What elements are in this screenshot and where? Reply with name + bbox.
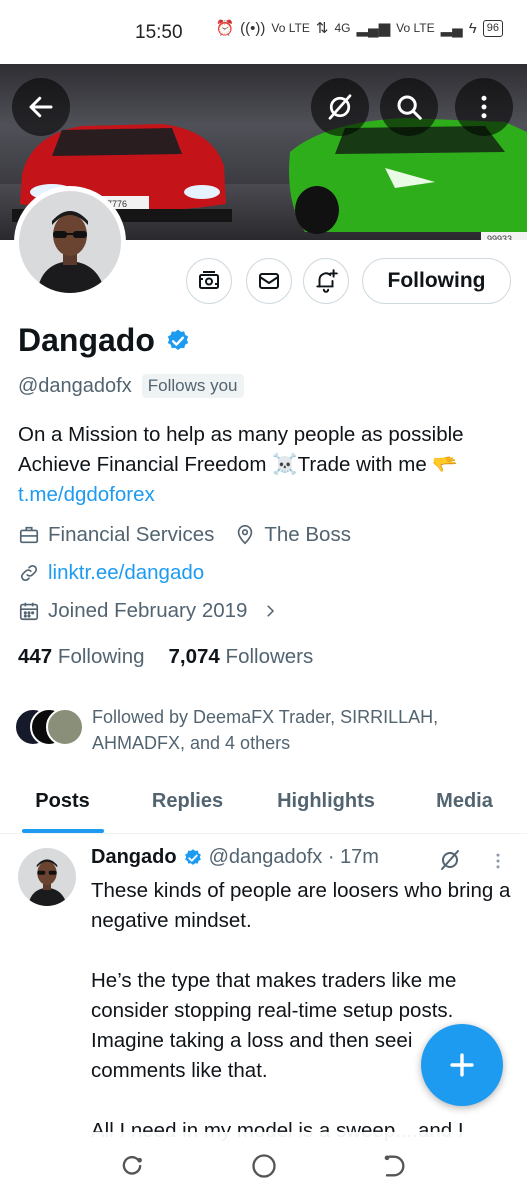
calendar-icon [19,602,39,621]
charging-icon: ϟ [468,19,477,37]
location-pin-icon [238,525,253,545]
followed-by-row[interactable]: Followed by DeemaFX Trader, SIRRILLAH, A… [14,704,492,756]
search-button[interactable] [380,78,438,136]
compose-post-button[interactable] [421,1024,503,1106]
tab-replies-label: Replies [151,790,224,812]
display-name-text: Dangado [18,322,155,358]
profile-location: The Boss [264,523,351,546]
battery-indicator: 96 [482,19,503,37]
followers-count-link[interactable]: 7,074 Followers [169,645,314,669]
profile-avatar[interactable] [14,186,126,298]
chevron-right-icon [267,605,275,617]
status-time: 15:50 [135,22,183,43]
profile-handle: @dangadofx [18,374,132,397]
hotspot-icon: ((•)) [240,19,266,37]
back-nav-icon[interactable] [380,1152,408,1180]
following-label: Following [57,645,145,668]
back-arrow-icon [29,96,53,118]
profile-website-row: linktr.ee/dangado [18,561,204,585]
bell-plus-icon [316,269,338,293]
right-plate-text: 99933 [487,234,512,240]
status-bar: 15:50 ⏰ ((•)) Vo LTE ⇅ 4G ▂▄▆ Vo LTE ▂▄ … [0,0,527,64]
tab-media[interactable]: Media [402,778,527,833]
more-options-button[interactable] [455,78,513,136]
post-author-name[interactable]: Dangado [91,846,177,869]
alarm-icon: ⏰ [215,20,235,37]
profile-display-name: Dangado [18,322,191,359]
signal-icon: ▂▄▆ [356,20,391,37]
active-tab-indicator [21,829,104,833]
followed-by-avatars [14,704,84,746]
grok-icon[interactable] [438,848,462,872]
follows-you-badge: Follows you [141,374,244,398]
search-icon [397,95,422,120]
profile-meta-row: Financial Services The Boss [18,523,351,547]
handle-row: @dangadofx Follows you [18,374,244,398]
briefcase-icon [19,526,39,544]
profile-bio: On a Mission to help as many people as p… [18,420,518,510]
post-more-icon[interactable] [488,850,508,872]
tab-highlights-label: Highlights [277,790,375,812]
post-author-avatar[interactable] [18,848,76,906]
mail-icon [259,273,279,289]
bio-link[interactable]: t.me/dgdoforex [18,483,155,506]
link-icon [20,564,38,582]
grok-icon [328,94,352,120]
tab-posts[interactable]: Posts [0,778,125,833]
follower-avatar-3 [46,708,84,746]
post-handle-time: @dangadofx · 17m [208,846,379,868]
following-count: 447 [18,645,53,668]
subscribe-button[interactable] [186,258,232,304]
following-count-link[interactable]: 447 Following [18,645,145,669]
following-button[interactable]: Following [362,258,511,304]
notifications-button[interactable] [303,258,349,304]
post-author-photo [18,848,76,906]
profile-tabs: Posts Replies Highlights Media [0,778,527,834]
followed-by-text: Followed by DeemaFX Trader, SIRRILLAH, A… [92,707,439,753]
follow-counts: 447 Following 7,074 Followers [18,645,313,669]
system-navigation-bar [0,1132,527,1200]
profile-website[interactable]: linktr.ee/dangado [48,561,204,585]
signal-icon-2: ▂▄ [440,20,463,37]
profile-joined: Joined February 2019 [48,599,248,622]
grok-button[interactable] [311,78,369,136]
plus-icon [450,1053,474,1077]
more-vertical-icon [481,95,487,119]
verified-badge-icon[interactable] [165,328,191,354]
data-transfer-icon: ⇅ [315,20,329,37]
tab-replies[interactable]: Replies [125,778,250,833]
home-icon[interactable] [250,1152,278,1180]
message-button[interactable] [246,258,292,304]
post-text: These kinds of people are loosers who br… [91,879,511,1142]
followers-label: Followers [225,645,314,668]
back-button[interactable] [12,78,70,136]
profile-category: Financial Services [48,523,215,546]
verified-badge-icon [184,848,201,865]
subscription-icon [199,271,219,289]
network-4g-label: 4G [334,21,351,35]
tab-media-label: Media [436,790,493,812]
recent-apps-icon[interactable] [118,1152,146,1180]
bio-text: On a Mission to help as many people as p… [18,423,464,476]
profile-joined-row[interactable]: Joined February 2019 [18,599,279,623]
tab-highlights[interactable]: Highlights [250,778,402,833]
volte-label-2: Vo LTE [396,21,435,35]
post-header: Dangado @dangadofx · 17m [91,846,379,869]
tab-posts-label: Posts [35,790,90,812]
status-icons: ⏰ ((•)) Vo LTE ⇅ 4G ▂▄▆ Vo LTE ▂▄ ϟ 96 [215,19,503,37]
volte-label: Vo LTE [271,21,310,35]
followers-count: 7,074 [168,645,220,668]
profile-photo [19,191,121,293]
